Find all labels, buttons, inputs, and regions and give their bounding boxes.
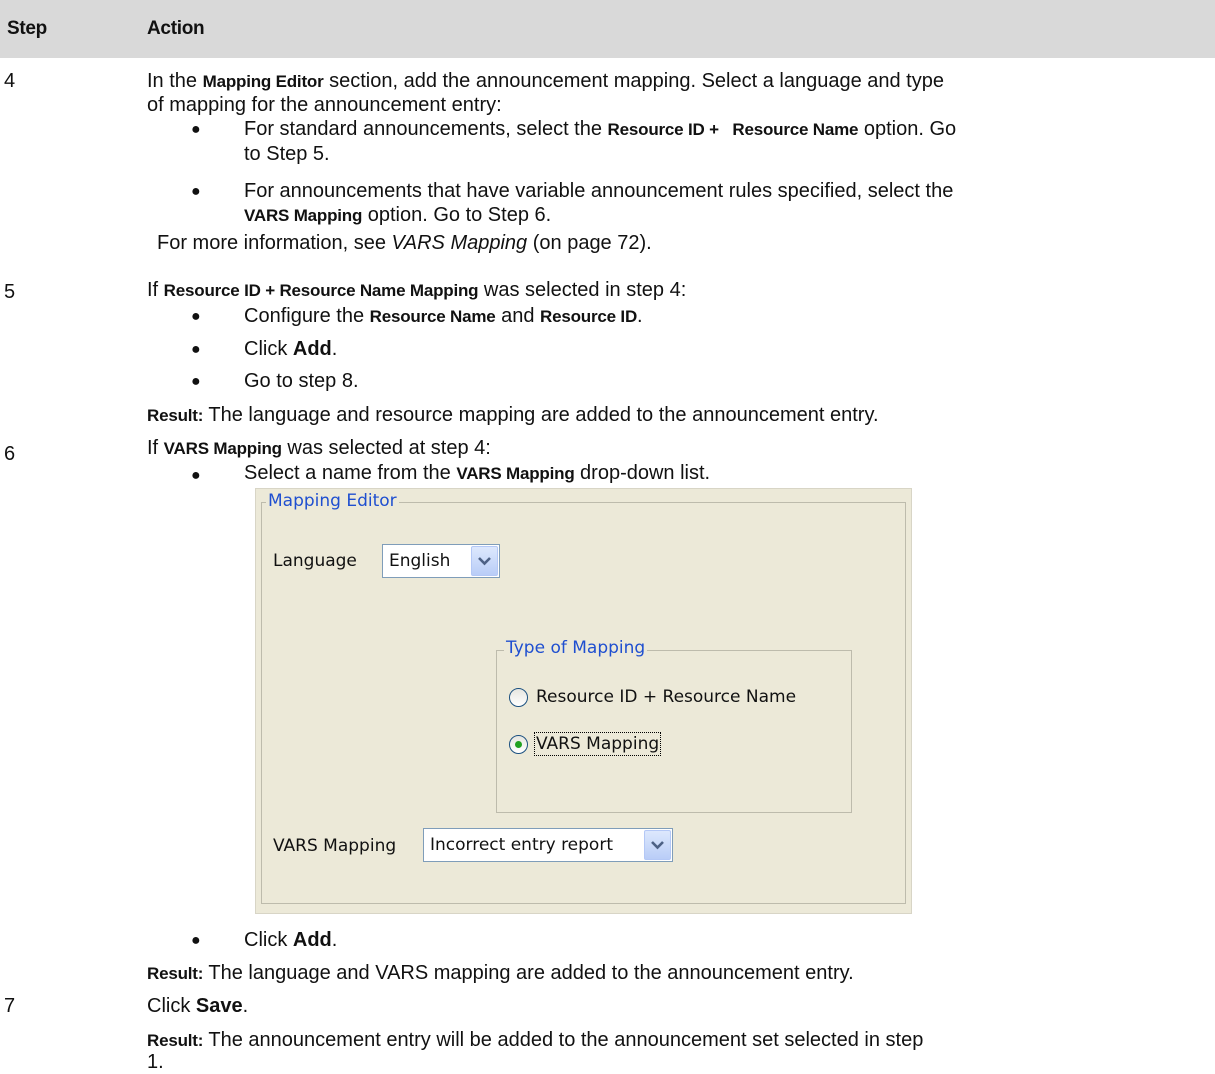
radio-resource-id-label: Resource ID + Resource Name [536,687,797,707]
language-select[interactable]: English [382,544,500,578]
table-header: Step Action [0,0,1215,58]
text: . [331,929,338,951]
step-number: 7 [4,995,16,1017]
step-4-bullet-1-line2: to Step 5. [244,143,330,165]
step-4-bullet-2-line2: VARS Mapping option. Go to Step 6. [244,204,551,227]
mapping-editor-title: Mapping Editor [266,491,399,511]
text: Click [244,338,293,360]
text: If [147,279,164,301]
bullet-icon: ● [191,373,201,390]
text: option. Go [858,118,957,140]
text: For more information, see [157,232,392,254]
bold-text: Add [292,338,332,360]
bullet-icon: ● [191,308,201,325]
chevron-down-icon [651,841,664,850]
mapping-editor-screenshot: Mapping Editor Language English Type of … [255,488,912,914]
radio-button[interactable] [509,688,528,707]
step-4-intro-line2: of mapping for the announcement entry: [147,94,502,116]
text: The announcement entry will be added to … [203,1029,924,1051]
result-label: Result: [147,964,204,983]
text: In the [147,70,203,92]
step-4-bullet-2: For announcements that have variable ann… [244,180,954,202]
text: was selected in step 4: [478,279,687,301]
radio-vars-mapping-label: VARS Mapping [533,732,662,756]
bullet-icon: ● [191,467,201,484]
text: Click [147,995,196,1017]
step-6-bullet-1: Select a name from the VARS Mapping drop… [244,462,710,485]
step-7-action: Click Save. [147,995,248,1018]
text: Configure the [244,305,370,327]
bold-text: Resource ID + Resource Name Mapping [163,281,479,300]
language-label: Language [273,551,357,571]
vars-mapping-select[interactable]: Incorrect entry report [423,828,673,862]
step-5-bullet-1: Configure the Resource Name and Resource… [244,305,643,328]
header-action: Action [147,18,205,39]
bold-text: Add [292,929,332,951]
bullet-icon: ● [191,932,201,949]
chevron-down-icon [478,557,491,566]
step-6-condition: If VARS Mapping was selected at step 4: [147,437,491,460]
step-5-condition: If Resource ID + Resource Name Mapping w… [147,279,686,302]
vars-mapping-label: VARS Mapping [273,836,397,856]
text: . [331,338,338,360]
text: drop-down list. [574,462,711,484]
text: For standard announcements, select the [244,118,608,140]
bold-text: Resource Name [369,307,496,326]
step-5-bullet-2: Click Add. [244,338,337,361]
language-dropdown-button[interactable] [471,546,498,576]
text: option. Go to Step 6. [362,204,552,226]
text: (on page 72). [527,232,652,254]
step-number: 4 [4,70,16,92]
bullet-icon: ● [191,121,201,138]
result-label: Result: [147,1031,204,1050]
bold-text: Resource ID [540,307,638,326]
text: section, add the announcement mapping. S… [323,70,944,92]
bold-text: Resource ID + Resource Name [607,120,859,139]
bullet-icon: ● [191,341,201,358]
step-6-result: Result: The language and VARS mapping ar… [147,962,854,985]
bullet-icon: ● [191,183,201,200]
step-number: 5 [4,281,16,303]
radio-button-selected[interactable] [509,735,528,754]
step-6-bullet-2: Click Add. [244,929,337,952]
bold-text: Save [195,995,243,1017]
text: . [637,305,643,327]
vars-mapping-value: Incorrect entry report [430,835,613,855]
text: . [242,995,249,1017]
text: and [495,305,541,327]
step-4-intro: In the Mapping Editor section, add the a… [147,70,944,93]
radio-selected-dot [515,741,522,748]
bold-text: VARS Mapping [244,206,363,225]
step-4-bullet-1: For standard announcements, select the R… [244,118,956,141]
step-5-bullet-3: Go to step 8. [244,370,359,392]
text: The language and VARS mapping are added … [203,962,854,984]
step-number: 6 [4,443,16,465]
type-of-mapping-title: Type of Mapping [504,638,648,658]
text: The language and resource mapping are ad… [203,404,879,426]
header-step: Step [7,18,47,39]
bold-text: VARS Mapping [163,439,282,458]
step-5-result: Result: The language and resource mappin… [147,404,879,427]
bold-text: VARS Mapping [456,464,575,483]
step-4-more-info: For more information, see VARS Mapping (… [157,232,652,255]
text: If [147,437,164,459]
type-of-mapping-group [496,650,852,813]
text: Select a name from the [244,462,457,484]
result-label: Result: [147,406,204,425]
cross-reference-link[interactable]: VARS Mapping [392,232,528,254]
vars-dropdown-button[interactable] [644,830,671,860]
step-7-result: Result: The announcement entry will be a… [147,1029,923,1052]
text: was selected at step 4: [281,437,491,459]
language-value: English [389,551,451,571]
text: Click [244,929,293,951]
bold-text: Mapping Editor [202,72,324,91]
